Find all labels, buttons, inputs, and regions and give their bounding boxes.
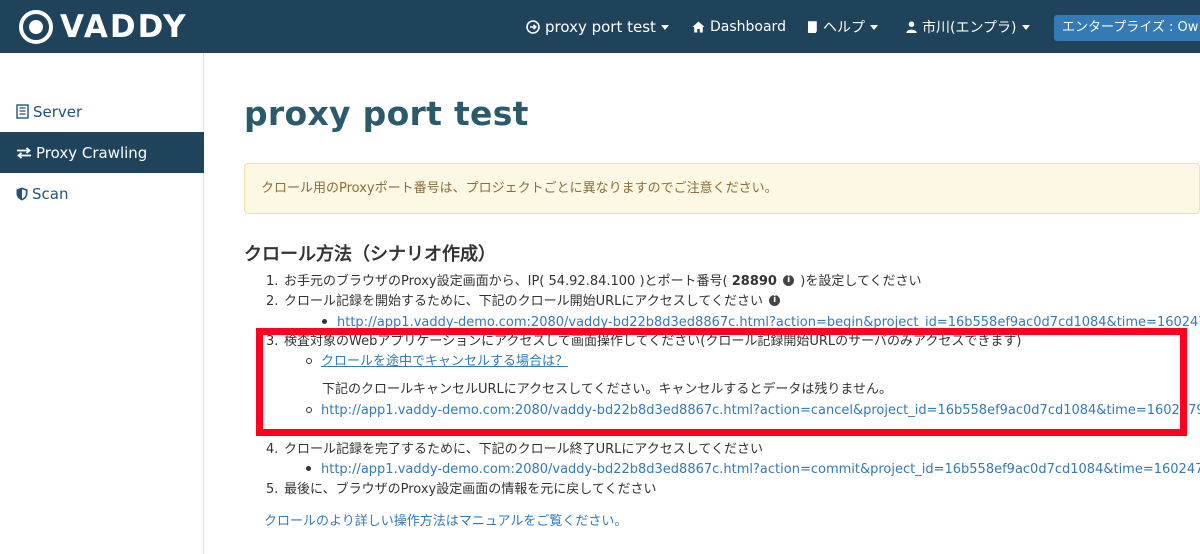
manual-link[interactable]: クロールのより詳しい操作方法はマニュアルをご覧ください。: [264, 510, 627, 529]
user-menu[interactable]: 市川(エンプラ): [906, 0, 1030, 53]
sidebar-item-label: Scan: [32, 184, 69, 203]
crawl-commit-url-row: http://app1.vaddy-demo.com:2080/vaddy-bd…: [306, 461, 1200, 479]
exchange-icon: [17, 146, 31, 159]
step-2: 2. クロール記録を開始するために、下記のクロール開始URLにアクセスしてください…: [266, 293, 782, 311]
plan-badge[interactable]: エンタープライズ : Ow: [1054, 15, 1200, 41]
top-navbar: VADDY proxy port test Dashboard ヘルプ 市川(エ…: [0, 0, 1200, 53]
help-menu[interactable]: ヘルプ: [806, 0, 878, 53]
crawl-begin-url[interactable]: http://app1.vaddy-demo.com:2080/vaddy-bd…: [337, 315, 1200, 328]
sidebar: Server Proxy Crawling Scan: [0, 53, 204, 554]
project-menu-label: proxy port test: [545, 17, 656, 36]
sidebar-item-proxy-crawling[interactable]: Proxy Crawling: [0, 132, 204, 173]
caret-down-icon: [1021, 25, 1030, 30]
section-title: クロール方法（シナリオ作成）: [244, 244, 496, 265]
port-number: 28890: [731, 274, 777, 289]
vaddy-logo-icon: [19, 10, 53, 44]
highlight-box: [256, 328, 1187, 436]
user-label: 市川(エンプラ): [922, 19, 1017, 36]
caret-down-icon: [870, 25, 878, 30]
step-1: 1. お手元のブラウザのProxy設定画面から、IP( 54.92.84.100 …: [266, 274, 922, 289]
step-5: 5. 最後に、ブラウザのProxy設定画面の情報を元に戻してください: [266, 482, 657, 497]
info-icon[interactable]: i: [783, 275, 795, 286]
sidebar-item-server[interactable]: Server: [0, 91, 204, 132]
book-icon: [807, 20, 817, 33]
user-icon: [906, 20, 917, 33]
bullet: [322, 319, 327, 324]
sidebar-item-scan[interactable]: Scan: [0, 173, 204, 214]
bullet: [306, 466, 311, 471]
arrow-circle-icon: [526, 19, 540, 34]
dashboard-link[interactable]: Dashboard: [692, 0, 786, 53]
home-icon: [692, 21, 705, 32]
sidebar-item-label: Server: [33, 102, 83, 121]
brand-name: VADDY: [60, 9, 188, 45]
sidebar-item-label: Proxy Crawling: [36, 143, 148, 162]
page-title: proxy port test: [244, 94, 529, 133]
vaddy-logo[interactable]: VADDY: [18, 8, 188, 46]
help-label: ヘルプ: [823, 19, 865, 36]
crawl-begin-url-row: http://app1.vaddy-demo.com:2080/vaddy-bd…: [322, 314, 1200, 328]
step-4: 4. クロール記録を完了するために、下記のクロール終了URLにアクセスしてください: [266, 442, 763, 457]
info-icon[interactable]: i: [769, 295, 781, 306]
caret-down-icon: [660, 25, 669, 30]
proxy-port-alert: クロール用のProxyポート番号は、プロジェクトごとに異なりますのでご注意くださ…: [244, 163, 1200, 214]
crawl-commit-url[interactable]: http://app1.vaddy-demo.com:2080/vaddy-bd…: [321, 462, 1200, 477]
dashboard-label: Dashboard: [710, 18, 786, 35]
server-icon: [16, 104, 29, 119]
project-menu[interactable]: proxy port test: [526, 0, 669, 53]
shield-icon: [16, 187, 28, 200]
